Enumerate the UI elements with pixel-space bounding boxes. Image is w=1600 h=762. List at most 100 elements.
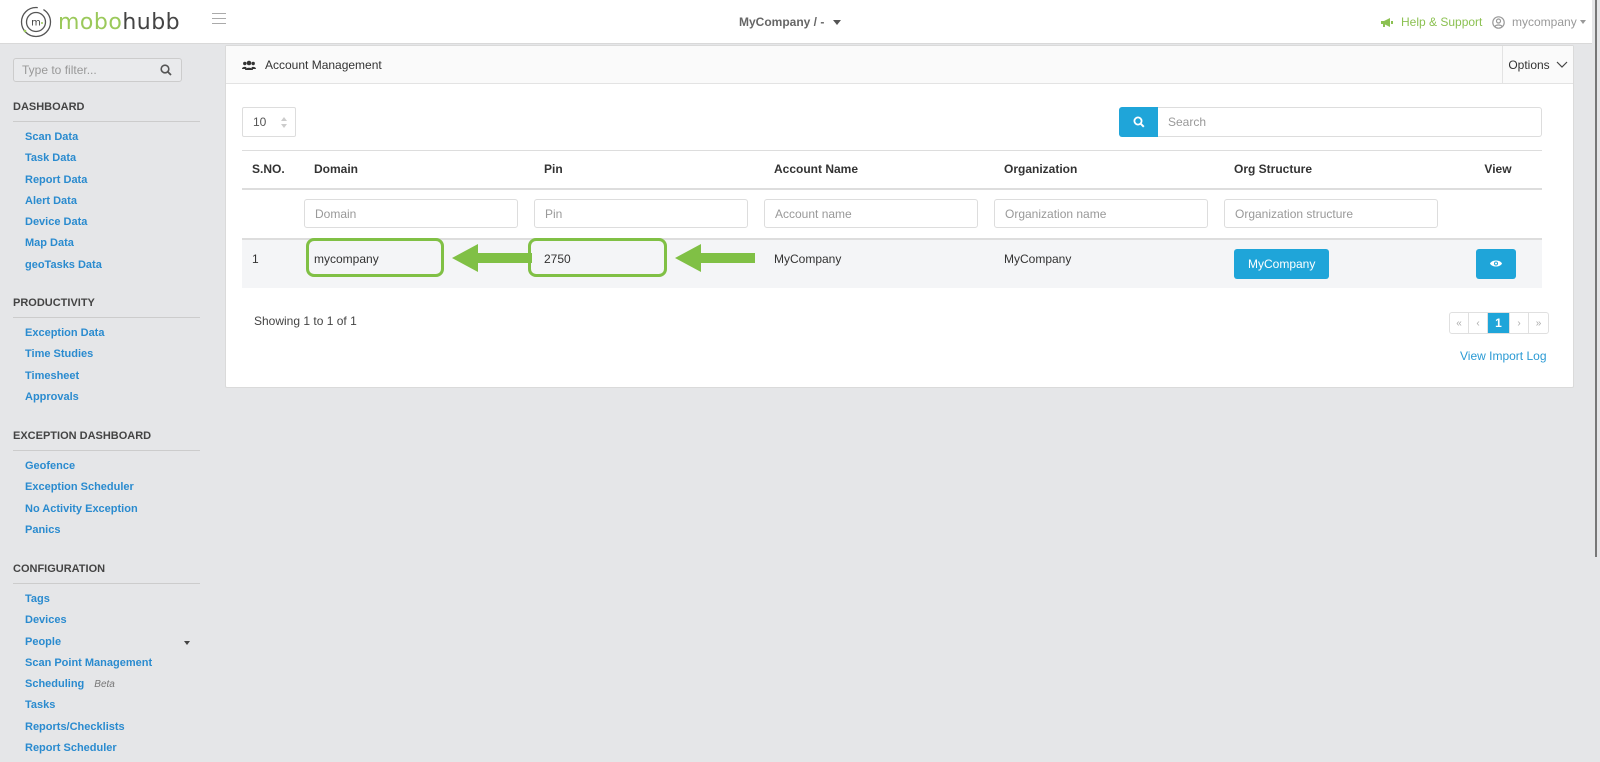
org-structure-button[interactable]: MyCompany bbox=[1234, 248, 1330, 279]
search-button[interactable] bbox=[1119, 107, 1158, 137]
sidebar: DASHBOARD Scan Data Task Data Report Dat… bbox=[0, 44, 212, 762]
domain-filter-input[interactable] bbox=[304, 199, 518, 228]
sidebar-section-productivity: PRODUCTIVITY Exception Data Time Studies… bbox=[13, 297, 200, 408]
user-name: mycompany bbox=[1512, 15, 1577, 29]
panel-title-text: Account Management bbox=[265, 58, 382, 72]
sort-spinner-icon bbox=[281, 117, 287, 128]
sidebar-item-time-studies[interactable]: Time Studies bbox=[25, 344, 200, 365]
sidebar-item-tags[interactable]: Tags bbox=[25, 589, 200, 610]
help-support-label: Help & Support bbox=[1401, 15, 1483, 29]
options-dropdown[interactable]: Options bbox=[1502, 46, 1573, 83]
sidebar-item-map-data[interactable]: Map Data bbox=[25, 233, 200, 254]
sidebar-item-geotasks-data[interactable]: geoTasks Data bbox=[25, 255, 200, 276]
brand-name-part1: mobo bbox=[58, 9, 123, 35]
sidebar-item-scheduling[interactable]: Scheduling Beta bbox=[25, 674, 200, 695]
sidebar-item-scan-data[interactable]: Scan Data bbox=[25, 127, 200, 148]
beta-badge: Beta bbox=[94, 679, 115, 691]
arrow-left-icon bbox=[675, 244, 755, 272]
page-size-select[interactable]: 10 bbox=[242, 107, 296, 137]
pagination-prev[interactable]: ‹ bbox=[1469, 313, 1488, 333]
search-icon[interactable] bbox=[160, 64, 172, 76]
sidebar-item-report-scheduler[interactable]: Report Scheduler bbox=[25, 738, 200, 759]
cell-view bbox=[1454, 238, 1542, 288]
filter-cell-empty bbox=[242, 188, 304, 240]
view-button[interactable] bbox=[1476, 248, 1516, 279]
megaphone-icon bbox=[1381, 17, 1393, 27]
column-filter-row bbox=[242, 188, 1542, 240]
sidebar-item-tasks[interactable]: Tasks bbox=[25, 695, 200, 716]
sidebar-item-label: Scheduling bbox=[25, 678, 85, 691]
sidebar-item-exception-scheduler[interactable]: Exception Scheduler bbox=[25, 477, 200, 498]
company-switcher-label: MyCompany / - bbox=[739, 15, 825, 29]
sidebar-section-exception-dashboard: EXCEPTION DASHBOARD Geofence Exception S… bbox=[13, 430, 200, 541]
view-import-log-link[interactable]: View Import Log bbox=[1460, 349, 1547, 363]
column-header-view: View bbox=[1454, 150, 1542, 190]
company-switcher[interactable]: MyCompany / - bbox=[739, 15, 842, 29]
cell-account-name: MyCompany bbox=[764, 238, 994, 288]
sidebar-item-scan-point-management[interactable]: Scan Point Management bbox=[25, 653, 200, 674]
page-size-value: 10 bbox=[253, 115, 267, 129]
column-header-sno[interactable]: S.NO. bbox=[242, 150, 304, 190]
filter-cell bbox=[534, 188, 764, 240]
pagination: « ‹ 1 › » bbox=[1449, 312, 1549, 334]
filter-cell bbox=[764, 188, 994, 240]
pagination-first[interactable]: « bbox=[1450, 313, 1469, 333]
sidebar-filter-input[interactable] bbox=[14, 59, 154, 81]
section-title: PRODUCTIVITY bbox=[13, 297, 200, 318]
table-info: Showing 1 to 1 of 1 bbox=[254, 314, 357, 328]
svg-text:m: m bbox=[31, 18, 41, 29]
sidebar-item-exception-data[interactable]: Exception Data bbox=[25, 323, 200, 344]
sidebar-item-alert-data[interactable]: Alert Data bbox=[25, 191, 200, 212]
pagination-last[interactable]: » bbox=[1529, 313, 1548, 333]
menu-toggle-icon[interactable] bbox=[212, 13, 226, 27]
page-scrollbar-thumb[interactable] bbox=[1595, 0, 1597, 557]
sidebar-item-people[interactable]: People bbox=[25, 632, 200, 653]
sidebar-item-report-data[interactable]: Report Data bbox=[25, 170, 200, 191]
sidebar-item-no-activity-exception[interactable]: No Activity Exception bbox=[25, 499, 200, 520]
filter-cell bbox=[994, 188, 1224, 240]
sidebar-item-devices[interactable]: Devices bbox=[25, 610, 200, 631]
pagination-page-current[interactable]: 1 bbox=[1488, 313, 1510, 333]
caret-down-icon bbox=[1579, 20, 1586, 24]
column-header-org-structure[interactable]: Org Structure bbox=[1224, 150, 1454, 190]
cell-sno: 1 bbox=[242, 238, 304, 288]
user-menu[interactable]: mycompany bbox=[1492, 15, 1586, 29]
help-support-link[interactable]: Help & Support bbox=[1380, 15, 1482, 29]
sidebar-item-label: People bbox=[25, 635, 62, 648]
brand-name: mobohubb bbox=[58, 10, 180, 35]
filter-cell-empty bbox=[1454, 188, 1542, 240]
top-header: m mobohubb MyCompany / - Help & Support … bbox=[0, 0, 1592, 44]
sidebar-item-approvals[interactable]: Approvals bbox=[25, 387, 200, 408]
user-circle-icon bbox=[1492, 15, 1505, 29]
sidebar-section-configuration: CONFIGURATION Tags Devices People Scan P… bbox=[13, 563, 200, 759]
pin-filter-input[interactable] bbox=[534, 199, 748, 228]
users-icon bbox=[242, 60, 256, 70]
sidebar-item-reports-checklists[interactable]: Reports/Checklists bbox=[25, 717, 200, 738]
org-structure-filter-input[interactable] bbox=[1224, 199, 1438, 228]
sidebar-item-task-data[interactable]: Task Data bbox=[25, 148, 200, 169]
options-label: Options bbox=[1508, 57, 1550, 72]
account-name-filter-input[interactable] bbox=[764, 199, 978, 228]
section-title: CONFIGURATION bbox=[13, 563, 200, 584]
column-header-pin[interactable]: Pin bbox=[534, 150, 764, 190]
brand-logo[interactable]: m mobohubb bbox=[20, 6, 180, 38]
chevron-down-icon bbox=[1556, 61, 1568, 68]
search-icon bbox=[1133, 116, 1145, 128]
column-header-domain[interactable]: Domain bbox=[304, 150, 534, 190]
sidebar-item-timesheet[interactable]: Timesheet bbox=[25, 366, 200, 387]
logo-mark-icon: m bbox=[20, 6, 52, 38]
cell-org-structure: MyCompany bbox=[1224, 238, 1454, 288]
panel-header: Account Management Options bbox=[226, 46, 1573, 84]
column-header-account-name[interactable]: Account Name bbox=[764, 150, 994, 190]
sidebar-item-panics[interactable]: Panics bbox=[25, 520, 200, 541]
sidebar-item-geofence[interactable]: Geofence bbox=[25, 456, 200, 477]
organization-filter-input[interactable] bbox=[994, 199, 1208, 228]
brand-name-part2: hubb bbox=[122, 9, 181, 35]
panel-title: Account Management bbox=[242, 58, 382, 72]
search-input[interactable] bbox=[1158, 107, 1542, 137]
pagination-next[interactable]: › bbox=[1510, 313, 1529, 333]
column-header-organization[interactable]: Organization bbox=[994, 150, 1224, 190]
table-header-row: S.NO. Domain Pin Account Name Organizati… bbox=[242, 150, 1542, 190]
sidebar-item-device-data[interactable]: Device Data bbox=[25, 212, 200, 233]
caret-down-icon bbox=[184, 640, 190, 645]
